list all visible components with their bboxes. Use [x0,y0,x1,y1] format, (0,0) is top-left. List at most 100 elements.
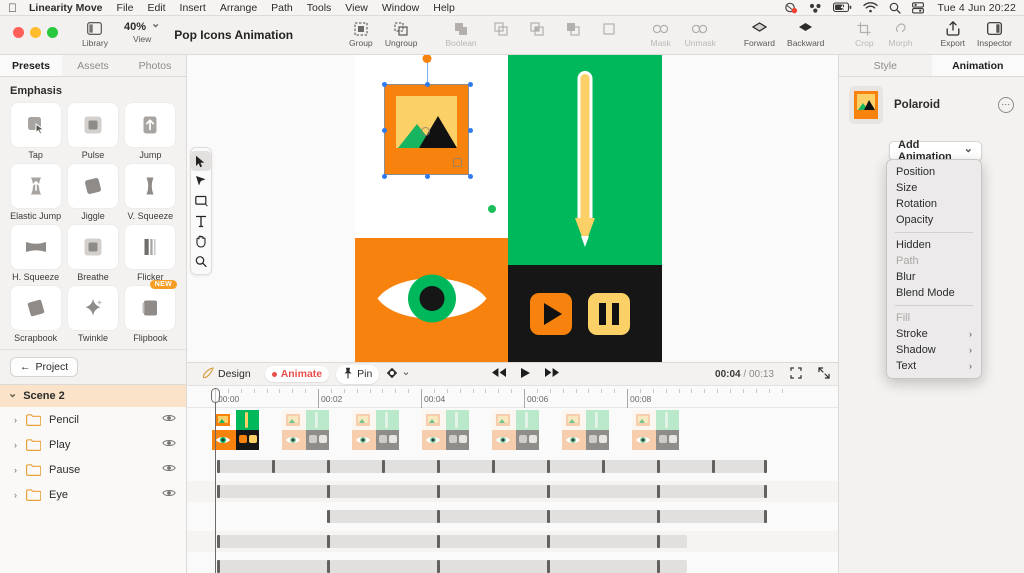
keyframe-marker[interactable] [764,510,767,523]
keyframe-marker[interactable] [382,460,385,473]
tab-style[interactable]: Style [839,55,932,76]
menu-item-file[interactable]: File [117,2,134,14]
keyframe-marker[interactable] [217,535,220,548]
zoom-tool[interactable] [191,251,211,271]
preset-twinkle[interactable]: Twinkle [65,286,120,343]
track-pencil[interactable] [187,456,838,477]
menu-item-position[interactable]: Position [887,164,981,180]
preset-flipbook[interactable]: NEW Flipbook [123,286,178,343]
transform-badge-icon[interactable] [453,158,462,167]
menu-item-blend-mode[interactable]: Blend Mode [887,285,981,301]
group-button[interactable]: Group [343,16,379,48]
menu-item-arrange[interactable]: Arrange [220,2,257,14]
menu-item-help[interactable]: Help [433,2,455,14]
preset-breathe[interactable]: Breathe [65,225,120,282]
visibility-eye-icon[interactable] [162,463,176,476]
keyframe-marker[interactable] [547,560,550,573]
keyframe-marker[interactable] [327,485,330,498]
screen-record-icon[interactable] [784,2,798,14]
zoom-row[interactable]: 40% ⌄ [124,20,160,33]
filmstrip-frame[interactable] [212,410,259,450]
back-to-project-button[interactable]: ← Project [10,357,78,377]
layer-row-pencil[interactable]: › Pencil [0,407,186,432]
text-tool[interactable] [191,211,211,231]
keyframe-marker[interactable] [764,485,767,498]
dropbox-icon[interactable] [809,2,822,14]
animation-object-row[interactable]: Polaroid ⋯ [839,77,1024,133]
keyframe-marker[interactable] [217,460,220,473]
track-bar[interactable] [217,535,687,548]
keyframe-marker[interactable] [327,510,330,523]
track-bar[interactable] [217,460,765,473]
filmstrip-frame[interactable] [562,410,609,450]
keyframe-marker[interactable] [217,485,220,498]
animation-path-point[interactable] [488,205,496,213]
boolean-divide-button[interactable] [591,16,627,48]
keyframe-marker[interactable] [327,460,330,473]
selection-bounding-box[interactable] [384,84,469,175]
menu-item-path[interactable]: Path [271,2,293,14]
add-animation-menu[interactable]: Position Size Rotation Opacity Hidden Pa… [886,159,982,379]
keyframe-marker[interactable] [547,485,550,498]
keyframe-type-dropdown[interactable]: ⌄ [386,367,410,382]
spotlight-search-icon[interactable] [889,2,901,14]
preset-elastic-jump[interactable]: Elastic Jump [8,164,63,221]
menu-item-tools[interactable]: Tools [307,2,332,14]
keyframe-marker[interactable] [547,510,550,523]
layer-row-eye[interactable]: › Eye [0,482,186,507]
boolean-difference-button[interactable] [555,16,591,48]
play-icon[interactable] [530,293,572,335]
menubar-clock[interactable]: Tue 4 Jun 20:22 [938,2,1017,14]
playhead-knob[interactable] [211,388,220,403]
visibility-eye-icon[interactable] [162,438,176,451]
keyframe-marker[interactable] [657,460,660,473]
fullscreen-icon[interactable] [818,367,830,382]
menu-item-view[interactable]: View [345,2,368,14]
keyframe-marker[interactable] [217,560,220,573]
boolean-unite-button[interactable]: Boolean [439,16,482,48]
preset-jump[interactable]: Jump [123,103,178,160]
unmask-button[interactable]: Unmask [679,16,722,48]
preset-v-squeeze[interactable]: V. Squeeze [123,164,178,221]
chevron-right-icon[interactable]: › [14,415,26,425]
maximize-window-button[interactable] [47,27,58,38]
menu-item-window[interactable]: Window [382,2,419,14]
tab-photos[interactable]: Photos [124,55,186,76]
fit-timeline-icon[interactable] [790,367,802,382]
playhead[interactable] [215,388,216,573]
chevron-right-icon[interactable]: › [14,440,26,450]
mask-button[interactable]: Mask [643,16,679,48]
minimize-window-button[interactable] [30,27,41,38]
filmstrip-frame[interactable] [492,410,539,450]
more-options-button[interactable]: ⋯ [998,97,1014,113]
menu-item-text[interactable]: Text › [887,358,981,374]
backward-button[interactable]: Backward [781,16,830,48]
filmstrip-frame[interactable] [632,410,679,450]
handle-top-right[interactable] [468,82,473,87]
handle-top-center[interactable] [425,82,430,87]
handle-middle-left[interactable] [382,128,387,133]
tab-assets[interactable]: Assets [62,55,124,76]
preset-flicker[interactable]: Flicker [123,225,178,282]
filmstrip-frame[interactable] [422,410,469,450]
anchor-point-icon[interactable] [421,127,430,136]
menu-item-edit[interactable]: Edit [147,2,165,14]
eye-icon[interactable] [375,268,488,333]
ungroup-button[interactable]: Ungroup [379,16,424,48]
tab-animation[interactable]: Animation [932,55,1024,76]
preset-pulse[interactable]: Pulse [65,103,120,160]
track-pause[interactable] [187,506,838,527]
keyframe-marker[interactable] [492,460,495,473]
keyframe-marker[interactable] [437,535,440,548]
zoom-control[interactable]: 40% ⌄ View [124,16,160,44]
keyframe-marker[interactable] [657,535,660,548]
rectangle-tool[interactable] [191,191,211,211]
crop-button[interactable]: Crop [846,16,882,48]
preset-tap[interactable]: Tap [8,103,63,160]
keyframe-marker[interactable] [657,485,660,498]
keyframe-marker[interactable] [437,510,440,523]
track-bar[interactable] [217,560,687,573]
tab-presets[interactable]: Presets [0,55,62,76]
track-bar[interactable] [327,510,765,523]
layer-scene-2[interactable]: ⌄ Scene 2 [0,385,186,407]
